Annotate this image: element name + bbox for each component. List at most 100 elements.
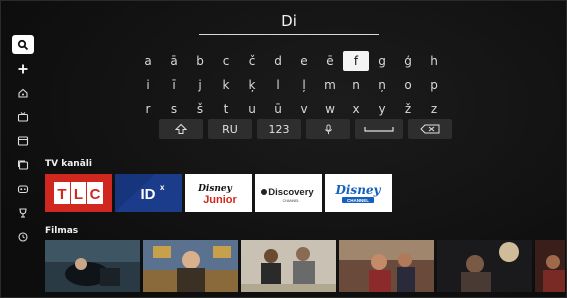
movies-row xyxy=(45,240,565,292)
sidebar-item-history[interactable] xyxy=(12,227,34,246)
sidebar-item-games[interactable] xyxy=(12,179,34,198)
space-icon xyxy=(364,127,394,132)
movie-poster-3 xyxy=(241,240,336,292)
key[interactable]: u xyxy=(239,99,265,119)
channel-tile-tlc[interactable]: T L C xyxy=(45,174,112,212)
key[interactable]: ģ xyxy=(395,51,421,71)
trophy-icon xyxy=(19,207,27,218)
key[interactable]: p xyxy=(421,75,447,95)
disney-channel-logo: Disney CHANNEL xyxy=(334,183,382,203)
key[interactable]: h xyxy=(421,51,447,71)
keyboard-row: rsštuūvwxyžz xyxy=(135,99,447,121)
key[interactable]: d xyxy=(265,51,291,71)
movie-poster-6 xyxy=(535,240,565,292)
disney-junior-logo: Disney Junior xyxy=(197,184,237,206)
on-screen-keyboard: aābcčdeēfgģhiījkķlļmnņoprsštuūvwxyžz xyxy=(135,51,447,123)
key[interactable]: n xyxy=(343,75,369,95)
svg-text:Disney: Disney xyxy=(197,184,233,194)
key[interactable]: ņ xyxy=(369,75,395,95)
tlc-logo: T L C xyxy=(54,182,103,204)
search-input[interactable]: Di xyxy=(199,9,379,35)
tv-screen: Di aābcčdeēfgģhiījkķlļmnņoprsštuūvwxyžz … xyxy=(0,0,567,298)
sidebar-item-search[interactable] xyxy=(12,35,34,54)
key[interactable]: i xyxy=(135,75,161,95)
microphone-key[interactable] xyxy=(306,119,350,139)
key[interactable]: v xyxy=(291,99,317,119)
sidebar-item-movies[interactable] xyxy=(12,131,34,150)
key[interactable]: x xyxy=(343,99,369,119)
svg-text:x: x xyxy=(160,183,165,192)
microphone-icon xyxy=(324,123,332,134)
key[interactable]: z xyxy=(421,99,447,119)
space-key[interactable] xyxy=(355,119,403,139)
keyboard-row: aābcčdeēfgģh xyxy=(135,51,447,73)
numbers-key[interactable]: 123 xyxy=(257,119,301,139)
keyboard-function-row: RU 123 xyxy=(159,119,457,139)
sidebar-item-home[interactable] xyxy=(12,83,34,102)
plus-icon xyxy=(18,64,28,73)
channels-row: T L C ID x Disney Junior Discovery CHANN… xyxy=(45,174,395,212)
sidebar-item-add[interactable] xyxy=(12,59,34,78)
svg-text:CHANNEL: CHANNEL xyxy=(347,198,369,203)
key[interactable]: š xyxy=(187,99,213,119)
key[interactable]: r xyxy=(135,99,161,119)
key[interactable]: ļ xyxy=(291,75,317,95)
movie-tile-2[interactable] xyxy=(143,240,238,292)
key[interactable]: l xyxy=(265,75,291,95)
key[interactable]: b xyxy=(187,51,213,71)
sidebar-item-tv[interactable] xyxy=(12,107,34,126)
key[interactable]: g xyxy=(369,51,395,71)
key[interactable]: j xyxy=(187,75,213,95)
key[interactable]: ķ xyxy=(239,75,265,95)
key[interactable]: m xyxy=(317,75,343,95)
movie-poster-4 xyxy=(339,240,434,292)
key[interactable]: č xyxy=(239,51,265,71)
channels-section-title: TV kanāli xyxy=(45,159,92,169)
movie-tile-1[interactable] xyxy=(45,240,140,292)
key[interactable]: ī xyxy=(161,75,187,95)
sidebar-item-recordings[interactable] xyxy=(12,155,34,174)
key[interactable]: s xyxy=(161,99,187,119)
channel-tile-disney-channel[interactable]: Disney CHANNEL xyxy=(325,174,392,212)
backspace-icon xyxy=(420,124,440,134)
svg-text:Junior: Junior xyxy=(203,194,237,206)
movie-poster-1 xyxy=(45,240,140,292)
movie-tile-3[interactable] xyxy=(241,240,336,292)
language-key[interactable]: RU xyxy=(208,119,252,139)
movie-poster-2 xyxy=(143,240,238,292)
svg-text:C: C xyxy=(90,186,101,203)
film-icon xyxy=(17,135,29,146)
home-icon xyxy=(18,88,28,98)
channel-tile-discovery[interactable]: Discovery CHANNEL xyxy=(255,174,322,212)
shift-key[interactable] xyxy=(159,119,203,139)
svg-text:L: L xyxy=(74,186,83,203)
key[interactable]: w xyxy=(317,99,343,119)
tv-icon xyxy=(17,111,29,122)
key[interactable]: f xyxy=(343,51,369,71)
movies-section-title: Filmas xyxy=(45,226,79,236)
key[interactable]: e xyxy=(291,51,317,71)
svg-text:T: T xyxy=(57,186,66,203)
backspace-key[interactable] xyxy=(408,119,452,139)
movie-tile-5[interactable] xyxy=(437,240,532,292)
gamepad-icon xyxy=(17,184,29,193)
key[interactable]: ū xyxy=(265,99,291,119)
channel-tile-disney-junior[interactable]: Disney Junior xyxy=(185,174,252,212)
history-icon xyxy=(18,231,28,242)
channel-tile-idx[interactable]: ID x xyxy=(115,174,182,212)
key[interactable]: t xyxy=(213,99,239,119)
recordings-icon xyxy=(18,160,29,170)
sidebar xyxy=(9,35,37,251)
key[interactable]: y xyxy=(369,99,395,119)
key[interactable]: ē xyxy=(317,51,343,71)
key[interactable]: ž xyxy=(395,99,421,119)
key[interactable]: o xyxy=(395,75,421,95)
movie-tile-4[interactable] xyxy=(339,240,434,292)
key[interactable]: a xyxy=(135,51,161,71)
key[interactable]: k xyxy=(213,75,239,95)
key[interactable]: ā xyxy=(161,51,187,71)
sidebar-item-trophy[interactable] xyxy=(12,203,34,222)
svg-text:Disney: Disney xyxy=(334,183,381,197)
movie-tile-6[interactable] xyxy=(535,240,565,292)
key[interactable]: c xyxy=(213,51,239,71)
